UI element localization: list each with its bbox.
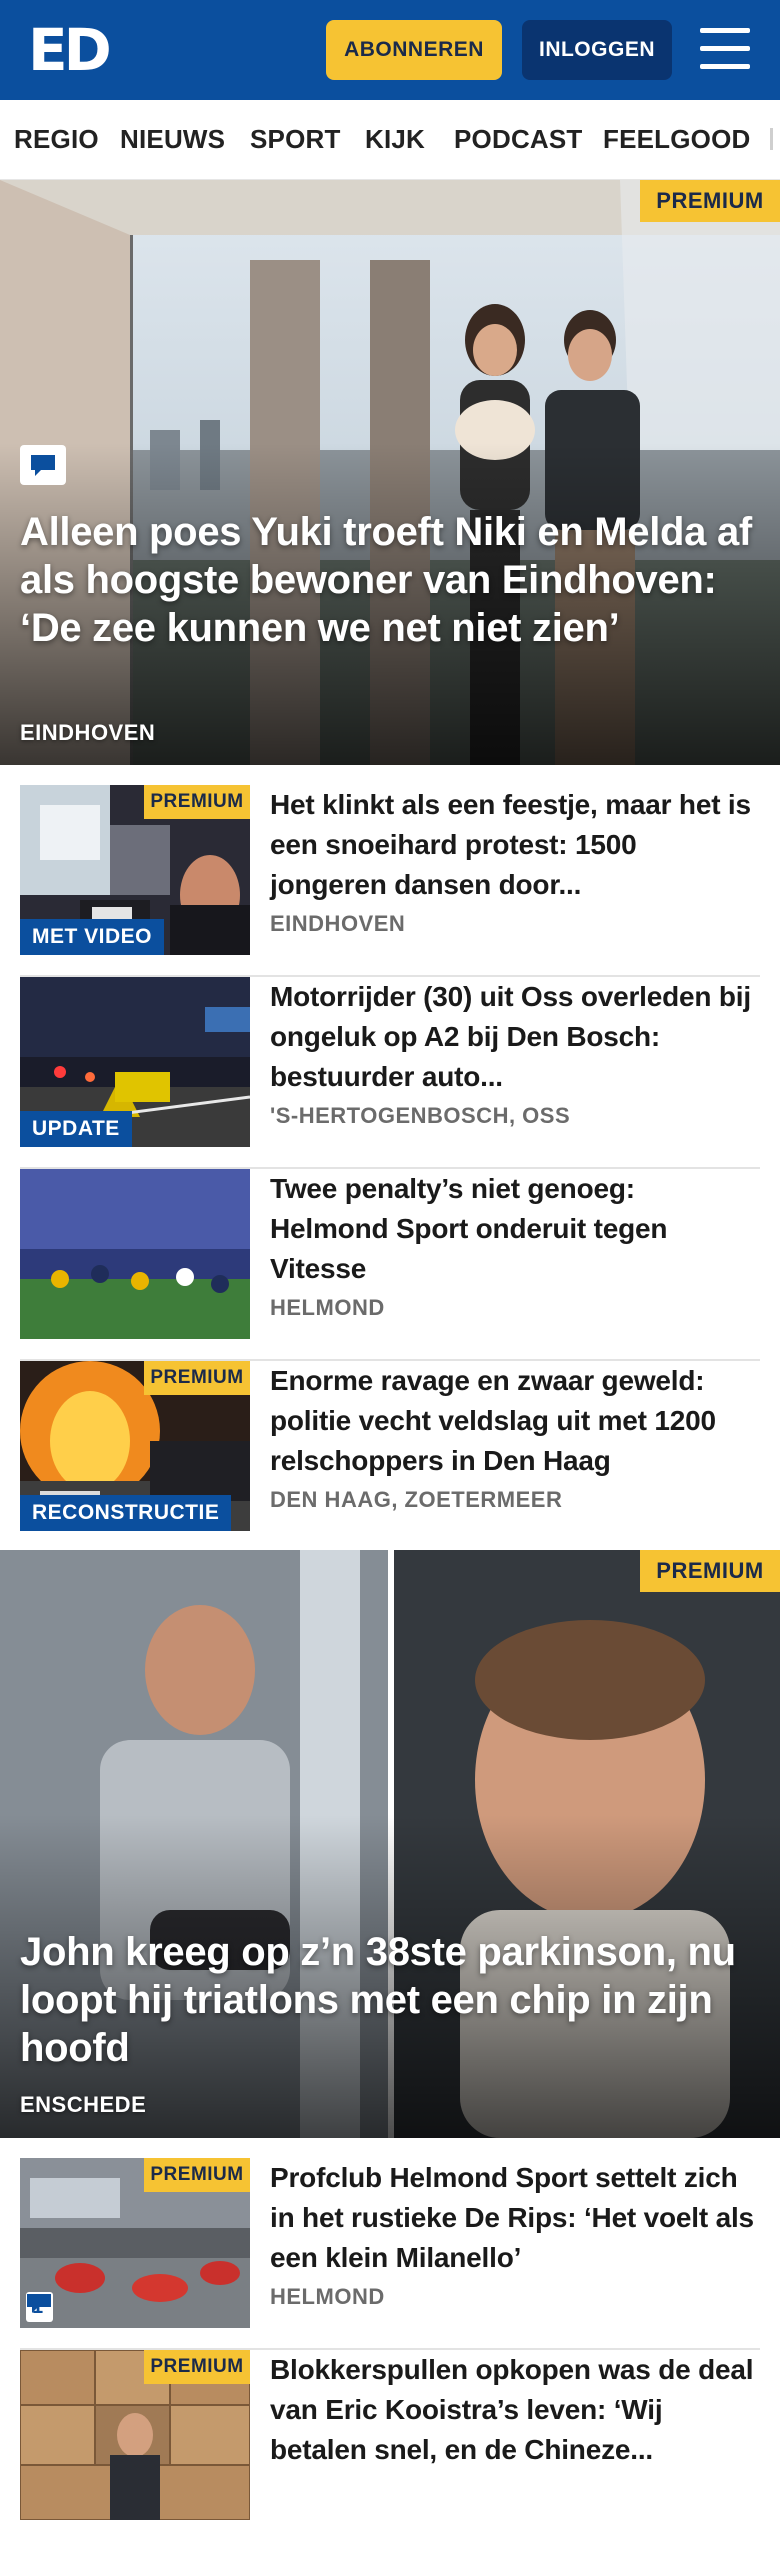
article-headline[interactable]: Blokkerspullen opkopen was de deal van E… xyxy=(270,2350,760,2470)
article-headline[interactable]: Motorrijder (30) uit Oss overleden bij o… xyxy=(270,977,760,1097)
article-headline[interactable]: Het klinkt als een feestje, maar het is … xyxy=(270,785,760,905)
feature-headline[interactable]: John kreeg op z’n 38ste parkinson, nu lo… xyxy=(20,1928,760,2072)
feature-location: ENSCHEDE xyxy=(20,2092,147,2117)
article-location: EINDHOVEN xyxy=(270,911,406,936)
article-thumbnail[interactable]: UPDATE xyxy=(20,977,250,1147)
reconstruction-label: RECONSTRUCTIE xyxy=(20,1495,232,1531)
site-header: ED ABONNEREN INLOGGEN xyxy=(0,0,780,100)
article-thumbnail[interactable]: PREMIUM MET VIDEO xyxy=(20,785,250,955)
feature-article[interactable]: PREMIUM John kreeg op z’n 38ste parkinso… xyxy=(0,1550,780,2138)
article-location: DEN HAAG, ZOETERMEER xyxy=(270,1487,563,1512)
comment-icon xyxy=(27,2294,51,2313)
article-location: HELMOND xyxy=(270,2284,385,2309)
article-item[interactable]: Twee penalty’s niet genoeg: Helmond Spor… xyxy=(20,1169,760,1361)
subscribe-button[interactable]: ABONNEREN xyxy=(326,20,502,80)
article-thumbnail[interactable]: PREMIUM RECONSTRUCTIE xyxy=(20,1361,250,1531)
hero-image xyxy=(0,180,780,765)
nav-item-nieuws[interactable]: NIEUWS xyxy=(120,124,225,155)
article-thumbnail[interactable]: PREMIUM xyxy=(20,2350,250,2520)
article-thumbnail[interactable] xyxy=(20,1169,250,1339)
article-item[interactable]: PREMIUM Blokkerspullen opkopen was de de… xyxy=(20,2350,760,2542)
nav-item-sport[interactable]: SPORT xyxy=(250,124,341,155)
hero-location: EINDHOVEN xyxy=(20,720,156,745)
premium-badge: PREMIUM xyxy=(144,785,250,819)
article-headline[interactable]: Profclub Helmond Sport settelt zich in h… xyxy=(270,2158,760,2278)
section-nav: REGIO NIEUWS SPORT KIJK PODCAST FEELGOOD xyxy=(0,100,780,180)
article-thumbnail[interactable]: PREMIUM 1 xyxy=(20,2158,250,2328)
comment-icon[interactable] xyxy=(20,445,66,485)
site-logo[interactable]: ED xyxy=(28,18,112,82)
article-headline[interactable]: Enorme ravage en zwaar geweld: politie v… xyxy=(270,1361,760,1481)
nav-overflow-divider xyxy=(770,128,773,150)
article-item[interactable]: PREMIUM 1 Profclub Helmond Sport settelt… xyxy=(20,2158,760,2350)
comments-badge[interactable]: 1 xyxy=(26,2292,54,2322)
hero-headline[interactable]: Alleen poes Yuki troeft Niki en Melda af… xyxy=(20,508,760,652)
article-location: HELMOND xyxy=(270,1295,385,1320)
premium-badge: PREMIUM xyxy=(144,2350,250,2384)
premium-badge: PREMIUM xyxy=(640,180,780,222)
nav-item-regio[interactable]: REGIO xyxy=(14,124,99,155)
premium-badge: PREMIUM xyxy=(144,1361,250,1395)
premium-badge: PREMIUM xyxy=(640,1550,780,1592)
article-location: 'S-HERTOGENBOSCH, OSS xyxy=(270,1103,571,1128)
hero-article[interactable]: PREMIUM Alleen poes Yuki troeft Niki en … xyxy=(0,180,780,765)
article-item[interactable]: UPDATE Motorrijder (30) uit Oss overlede… xyxy=(20,977,760,1169)
login-button[interactable]: INLOGGEN xyxy=(522,20,672,80)
article-item[interactable]: PREMIUM RECONSTRUCTIE Enorme ravage en z… xyxy=(20,1361,760,1553)
article-headline[interactable]: Twee penalty’s niet genoeg: Helmond Spor… xyxy=(270,1169,760,1289)
hamburger-menu-icon[interactable] xyxy=(700,26,750,72)
nav-item-feelgood[interactable]: FEELGOOD xyxy=(603,124,751,155)
article-item[interactable]: PREMIUM MET VIDEO Het klinkt als een fee… xyxy=(20,785,760,977)
nav-item-podcast[interactable]: PODCAST xyxy=(454,124,583,155)
nav-item-kijk[interactable]: KIJK xyxy=(365,124,425,155)
premium-badge: PREMIUM xyxy=(144,2158,250,2192)
video-label: MET VIDEO xyxy=(20,919,165,955)
update-label: UPDATE xyxy=(20,1111,132,1147)
